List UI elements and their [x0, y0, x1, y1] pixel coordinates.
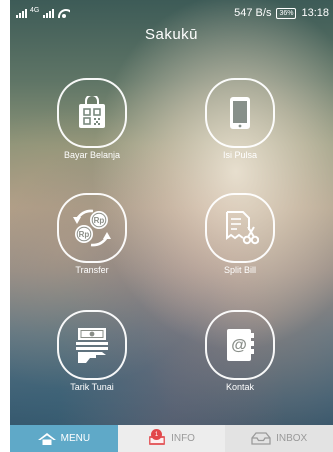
phone-screen: 4G 547 B/s 36% 13:18 Sakukū Bayar Belanj…	[10, 0, 333, 452]
menu-item-label: Bayar Belanja	[63, 150, 121, 160]
tab-label: INFO	[171, 433, 195, 444]
menu-item-kontak[interactable]: @ Kontak	[195, 310, 285, 392]
svg-text:Rp: Rp	[79, 230, 90, 239]
menu-item-circle: @	[205, 310, 275, 380]
menu-item-circle	[205, 193, 275, 263]
tab-inbox[interactable]: INBOX	[225, 425, 333, 452]
tab-label: INBOX	[276, 433, 308, 444]
money-transfer-icon: Rp Rp	[73, 209, 111, 247]
home-icon	[37, 432, 56, 445]
tab-menu[interactable]: MENU	[10, 425, 118, 452]
menu-item-label: Isi Pulsa	[222, 150, 257, 160]
menu-item-tarik-tunai[interactable]: Tarik Tunai	[47, 310, 137, 392]
menu-item-isi-pulsa[interactable]: Isi Pulsa	[195, 78, 285, 160]
tab-info[interactable]: 1 INFO	[117, 425, 226, 452]
menu-item-circle	[57, 310, 127, 380]
address-book-icon: @	[227, 329, 254, 361]
info-icon-wrap: 1	[148, 429, 166, 445]
menu-item-label: Tarik Tunai	[70, 382, 114, 392]
menu-item-label: Transfer	[75, 265, 109, 275]
notification-badge: 1	[151, 429, 163, 440]
shopping-bag-qr-icon	[79, 96, 105, 128]
inbox-icon	[251, 432, 271, 445]
menu-item-split-bill[interactable]: Split Bill	[195, 193, 285, 275]
menu-item-transfer[interactable]: Rp Rp Transfer	[47, 193, 137, 275]
split-bill-scissors-icon	[226, 211, 259, 245]
menu-item-label: Kontak	[225, 382, 255, 392]
menu-grid: Bayar Belanja Isi Pulsa Rp Rp Transfer S…	[10, 0, 333, 452]
menu-item-circle	[57, 78, 127, 148]
svg-text:Rp: Rp	[94, 216, 105, 225]
menu-item-circle: Rp Rp	[57, 193, 127, 263]
menu-item-bayar-belanja[interactable]: Bayar Belanja	[47, 78, 137, 160]
cash-withdrawal-icon	[76, 328, 108, 363]
tab-label: MENU	[60, 433, 91, 444]
bottom-tab-bar: MENU 1 INFO INBOX	[10, 425, 333, 452]
mobile-phone-icon	[230, 97, 250, 129]
menu-item-label: Split Bill	[223, 265, 256, 275]
svg-text:@: @	[231, 337, 247, 354]
menu-item-circle	[205, 78, 275, 148]
